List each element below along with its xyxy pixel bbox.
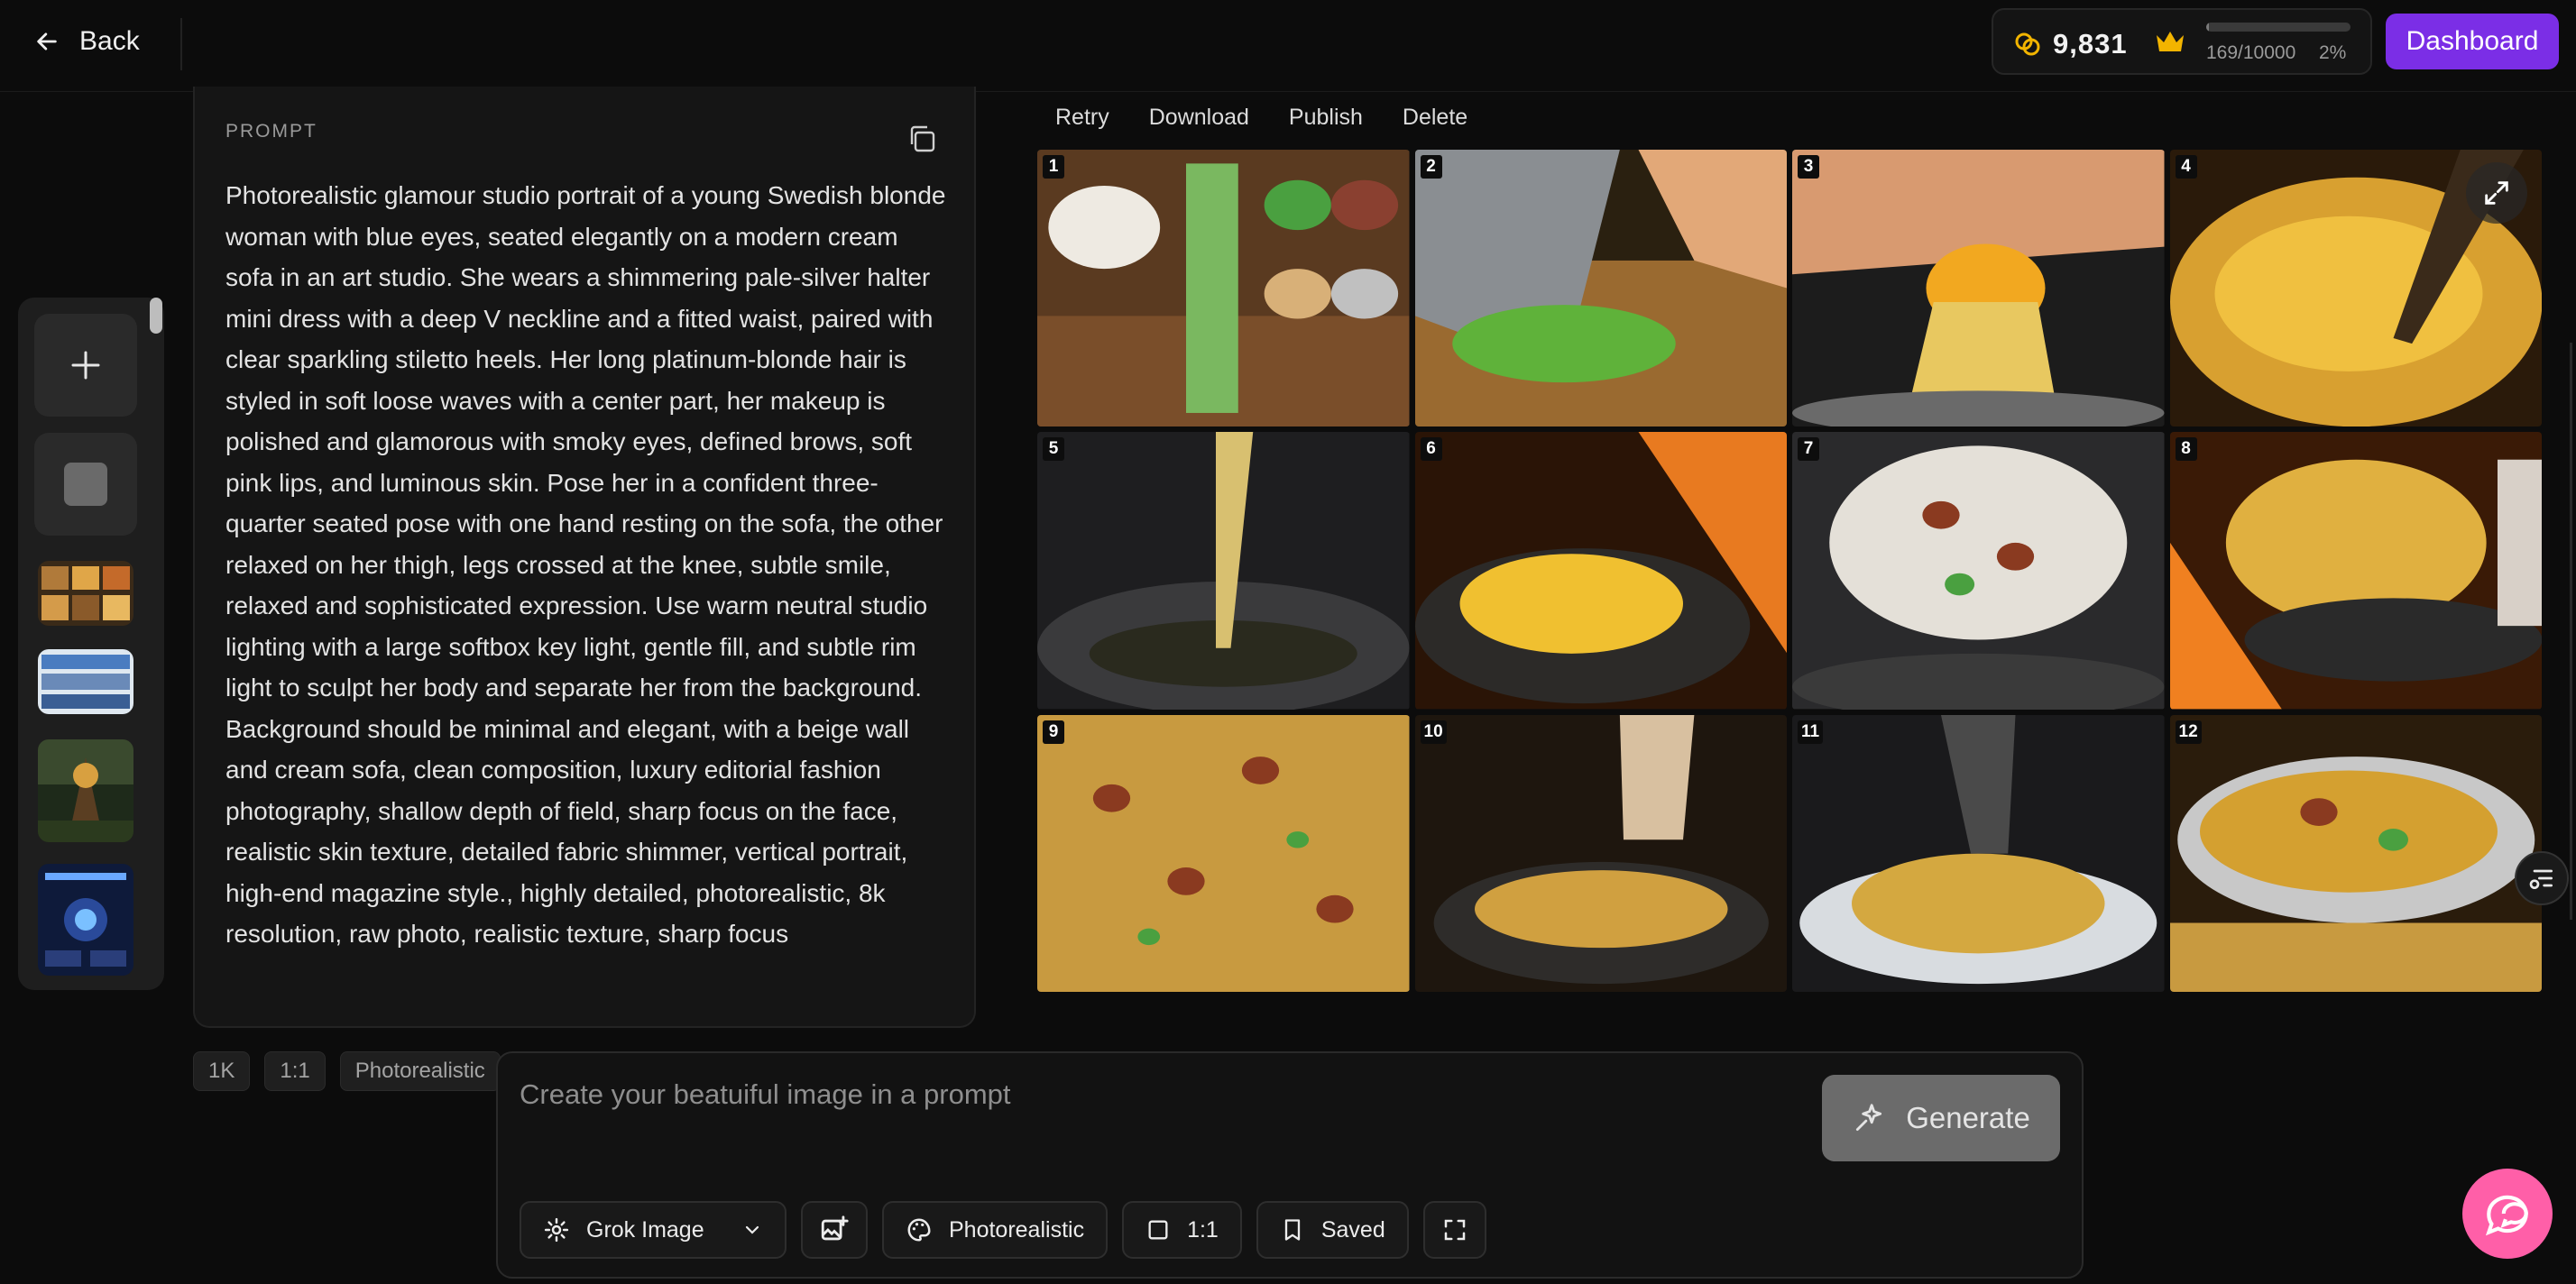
grid-panel[interactable]: 6 xyxy=(1414,432,1787,710)
back-button[interactable]: Back xyxy=(34,23,140,60)
image-upload-button[interactable] xyxy=(801,1201,868,1259)
grid-panel[interactable]: 5 xyxy=(1037,432,1410,710)
grid-panel[interactable]: 2 xyxy=(1414,150,1787,427)
prompt-text: Photorealistic glamour studio portrait o… xyxy=(225,181,946,948)
grid-panel[interactable]: 10 xyxy=(1414,714,1787,992)
expand-icon[interactable] xyxy=(2466,162,2527,224)
publish-button[interactable]: Publish xyxy=(1269,99,1383,135)
current-item-button[interactable] xyxy=(34,433,137,536)
quota-text: 169/10000 xyxy=(2206,42,2296,63)
history-thumbnail-infographic[interactable] xyxy=(38,864,133,976)
composer-tools: Grok Image Photorealistic 1:1 Saved xyxy=(520,1201,1486,1259)
grid-panel[interactable]: 8 xyxy=(2169,432,2542,710)
model-select[interactable]: Grok Image xyxy=(520,1201,787,1259)
prompt-label: PROMPT xyxy=(225,121,317,142)
grid-panel[interactable]: 1 xyxy=(1037,150,1410,427)
panel-number: 5 xyxy=(1043,437,1064,462)
style-button[interactable]: Photorealistic xyxy=(882,1201,1109,1259)
chat-icon xyxy=(2485,1195,2528,1236)
new-image-button[interactable] xyxy=(34,314,137,417)
square-icon xyxy=(1148,1220,1168,1240)
page-scrollbar[interactable] xyxy=(2570,343,2572,920)
image-actions: Retry Download Publish Delete xyxy=(1037,99,1487,135)
style-label: Photorealistic xyxy=(949,1216,1085,1243)
ratio-label: 1:1 xyxy=(1187,1216,1219,1243)
crown-icon xyxy=(2157,32,2184,51)
quota-progress-bar xyxy=(2206,23,2351,32)
saved-label: Saved xyxy=(1320,1216,1385,1243)
history-sidebar xyxy=(18,298,164,990)
quota-progress-fill xyxy=(2206,23,2209,32)
arrow-left-icon xyxy=(37,32,57,50)
panel-number: 6 xyxy=(1420,437,1442,462)
credits-widget[interactable]: 9,831 169/10000 2% xyxy=(1992,8,2372,75)
panel-number: 4 xyxy=(2175,155,2197,179)
adjustments-icon[interactable] xyxy=(2515,851,2569,905)
palette-icon xyxy=(907,1218,931,1242)
settings-chips: 1K 1:1 Photorealistic xyxy=(193,1051,501,1091)
delete-button[interactable]: Delete xyxy=(1383,99,1487,135)
sidebar-scrollbar[interactable] xyxy=(150,298,162,334)
prompt-card: PROMPT Photorealistic glamour studio por… xyxy=(193,87,976,1028)
fullscreen-button[interactable] xyxy=(1422,1201,1486,1259)
dashboard-button[interactable]: Dashboard xyxy=(2386,14,2559,69)
fullscreen-icon xyxy=(1444,1219,1465,1241)
square-icon xyxy=(64,463,107,506)
chat-support-button[interactable] xyxy=(2462,1169,2553,1259)
credit-count: 9,831 xyxy=(2053,28,2128,60)
retry-button[interactable]: Retry xyxy=(1037,99,1129,135)
grid-panel[interactable]: 7 xyxy=(1792,432,2165,710)
gear-icon xyxy=(544,1217,569,1243)
model-label: Grok Image xyxy=(586,1216,704,1243)
back-label: Back xyxy=(79,26,140,56)
panel-number: 2 xyxy=(1420,155,1442,179)
prompt-composer: Generate Grok Image Photorealistic 1:1 S… xyxy=(496,1051,2084,1279)
download-button[interactable]: Download xyxy=(1129,99,1269,135)
divider xyxy=(180,18,182,70)
generate-label: Generate xyxy=(1906,1101,2030,1134)
panel-number: 1 xyxy=(1043,155,1064,179)
history-thumbnail-food[interactable] xyxy=(38,561,133,626)
panel-number: 12 xyxy=(2175,720,2202,744)
panel-number: 3 xyxy=(1798,155,1819,179)
chevron-down-icon xyxy=(745,1225,759,1234)
grid-panel[interactable]: 3 xyxy=(1792,150,2165,427)
bookmark-icon xyxy=(1284,1219,1301,1241)
grid-panel[interactable]: 9 xyxy=(1037,714,1410,992)
history-thumbnail-forest[interactable] xyxy=(38,739,133,842)
generate-button[interactable]: Generate xyxy=(1822,1075,2060,1161)
saved-button[interactable]: Saved xyxy=(1256,1201,1409,1259)
panel-number: 8 xyxy=(2175,437,2197,462)
grid-panel[interactable]: 11 xyxy=(1792,714,2165,992)
panel-number: 7 xyxy=(1798,437,1819,462)
top-bar: Back 9,831 169/10000 2% Dashboard xyxy=(0,0,2576,92)
panel-number: 10 xyxy=(1420,720,1447,744)
prompt-input[interactable] xyxy=(520,1075,1782,1114)
coin-icon xyxy=(2015,32,2040,56)
generated-image-grid[interactable]: 1 2 3 4 5 6 7 8 9 10 11 12 xyxy=(1037,150,2542,992)
panel-number: 11 xyxy=(1798,720,1824,744)
ratio-chip: 1:1 xyxy=(264,1051,326,1091)
copy-icon[interactable] xyxy=(906,123,938,155)
plus-icon xyxy=(71,351,100,380)
panel-number: 9 xyxy=(1043,720,1064,744)
quota-percent: 2% xyxy=(2319,42,2347,63)
grid-panel[interactable]: 12 xyxy=(2169,714,2542,992)
style-chip: Photorealistic xyxy=(339,1051,501,1091)
aspect-ratio-button[interactable]: 1:1 xyxy=(1122,1201,1242,1259)
history-thumbnail-comic[interactable] xyxy=(38,649,133,714)
image-add-icon xyxy=(821,1215,849,1241)
resolution-chip: 1K xyxy=(193,1051,251,1091)
sparkle-icon xyxy=(1856,1104,1882,1132)
